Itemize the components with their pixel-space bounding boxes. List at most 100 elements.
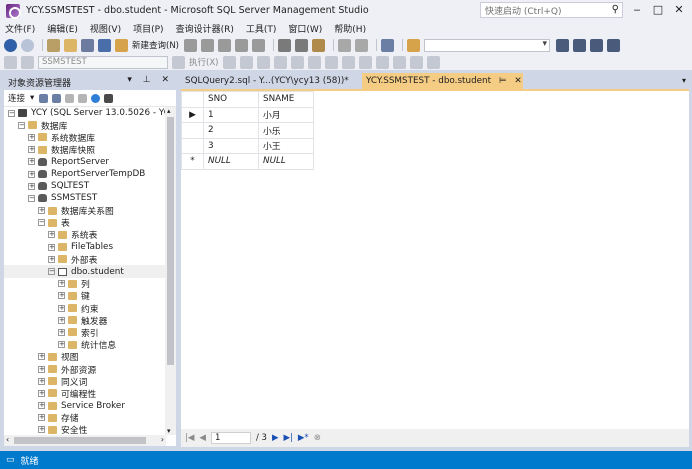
tree-node[interactable]: + 外部表 xyxy=(4,253,166,266)
connect-dropdown-icon[interactable]: ▾ xyxy=(30,93,34,103)
tree-node[interactable]: + 存储 xyxy=(4,412,166,424)
tree-vertical-scrollbar[interactable]: ▴ ▾ xyxy=(165,107,176,435)
expand-icon[interactable]: + xyxy=(28,146,35,154)
cut-icon[interactable] xyxy=(278,38,291,52)
next-record-icon[interactable]: ▶ xyxy=(272,433,279,443)
database-engine-query-icon[interactable] xyxy=(184,38,197,52)
expand-icon[interactable]: + xyxy=(38,377,45,385)
tab-list-dropdown-icon[interactable]: ▾ xyxy=(682,73,686,89)
expand-icon[interactable]: + xyxy=(28,170,35,178)
save-icon[interactable] xyxy=(81,38,94,52)
maximize-button[interactable]: □ xyxy=(648,2,668,18)
menu-view[interactable]: 视图(V) xyxy=(90,22,121,35)
connect-object-explorer-icon[interactable] xyxy=(39,93,49,103)
close-window-button[interactable]: ✕ xyxy=(669,2,689,18)
available-databases-combo[interactable]: SSMSTEST xyxy=(38,55,168,69)
change-connection-icon[interactable] xyxy=(21,55,34,69)
tree-node[interactable]: + 系统数据库 xyxy=(4,131,166,144)
expand-icon[interactable]: + xyxy=(38,207,45,215)
tree-node[interactable]: + ReportServer xyxy=(4,156,166,168)
comment-icon[interactable] xyxy=(359,55,373,69)
tree-node[interactable]: − 数据库 xyxy=(4,119,166,132)
table-row[interactable]: 3 小王 xyxy=(181,137,314,154)
new-query-icon[interactable] xyxy=(115,38,128,52)
increase-indent-icon[interactable] xyxy=(410,55,424,69)
expand-icon[interactable]: + xyxy=(38,365,45,373)
tree-node[interactable]: + 同义词 xyxy=(4,375,166,388)
tree-node[interactable]: − 表 xyxy=(4,217,166,229)
tree-node[interactable]: − YCY (SQL Server 13.0.5026 - YCY\y xyxy=(4,107,166,119)
column-header-sname[interactable]: SNAME xyxy=(258,91,314,108)
tab-student-table[interactable]: YCY.SSMSTEST - dbo.student ⊨ ✕ xyxy=(362,73,523,89)
tree-node[interactable]: + 约束 xyxy=(4,302,166,315)
mdx-query-icon[interactable] xyxy=(218,38,231,52)
results-to-text-icon[interactable] xyxy=(308,55,322,69)
tree-node[interactable]: + 索引 xyxy=(4,326,166,339)
expand-icon[interactable]: + xyxy=(58,280,65,288)
tree-node[interactable]: + 外部资源 xyxy=(4,363,166,376)
tree-node[interactable]: + 系统表 xyxy=(4,229,166,241)
cell-sname[interactable]: 小乐 xyxy=(258,122,314,139)
cell-sno[interactable]: 1 xyxy=(203,106,259,123)
menu-project[interactable]: 项目(P) xyxy=(133,22,163,35)
first-record-icon[interactable]: |◀ xyxy=(185,433,194,443)
expand-icon[interactable]: + xyxy=(58,328,65,336)
parse-icon[interactable] xyxy=(240,55,254,69)
tree-node[interactable]: + 数据库关系图 xyxy=(4,205,166,217)
paste-icon[interactable] xyxy=(312,38,325,52)
cell-sname[interactable]: 小王 xyxy=(258,137,314,154)
menu-tools[interactable]: 工具(T) xyxy=(246,22,277,35)
new-row[interactable]: * NULL NULL xyxy=(181,153,314,170)
cell-sname[interactable]: 小月 xyxy=(258,106,314,123)
expand-icon[interactable]: + xyxy=(58,292,65,300)
tree-node[interactable]: + 列 xyxy=(4,278,166,290)
current-record-input[interactable]: 1 xyxy=(210,432,251,444)
results-to-file-icon[interactable] xyxy=(342,55,356,69)
tab-sql-query[interactable]: SQLQuery2.sql - Y...(YCY\ycy13 (58))* xyxy=(181,73,359,89)
panel-header-buttons[interactable]: ▾ ⊥ ✕ xyxy=(127,75,173,85)
menu-query-designer[interactable]: 查询设计器(R) xyxy=(176,22,234,35)
execute-icon[interactable] xyxy=(172,55,185,69)
properties-icon[interactable] xyxy=(556,38,569,52)
expand-icon[interactable]: + xyxy=(58,304,65,312)
tree-node[interactable]: + 键 xyxy=(4,290,166,302)
execute-button[interactable]: 执行(X) xyxy=(189,56,218,68)
last-record-icon[interactable]: ▶| xyxy=(283,433,292,443)
stop-icon[interactable] xyxy=(65,93,75,103)
new-project-icon[interactable] xyxy=(47,38,60,52)
tree-node[interactable]: + 安全性 xyxy=(4,424,166,435)
new-record-icon[interactable]: ▶* xyxy=(298,433,309,443)
search-icon[interactable]: ⚲ xyxy=(612,4,619,15)
expand-icon[interactable]: + xyxy=(38,389,45,397)
scroll-right-icon[interactable]: › xyxy=(161,435,164,444)
new-query-button[interactable]: 新建查询(N) xyxy=(132,39,179,51)
collapse-icon[interactable]: − xyxy=(48,268,55,276)
disconnect-icon[interactable] xyxy=(52,93,62,103)
results-to-grid-icon[interactable] xyxy=(325,55,339,69)
close-tab-icon[interactable]: ✕ xyxy=(514,76,521,86)
cell-sno[interactable]: NULL xyxy=(203,153,259,170)
tree-horizontal-scrollbar[interactable]: ‹ › xyxy=(4,435,166,446)
analysis-query-icon[interactable] xyxy=(201,38,214,52)
filter-icon[interactable] xyxy=(78,93,88,103)
cell-sno[interactable]: 2 xyxy=(203,122,259,139)
expand-icon[interactable]: + xyxy=(58,316,65,324)
tree-node[interactable]: − SSMSTEST xyxy=(4,192,166,204)
menu-file[interactable]: 文件(F) xyxy=(5,22,35,35)
connect-icon[interactable] xyxy=(4,55,17,69)
intellisense-icon[interactable] xyxy=(291,55,305,69)
table-row[interactable]: ▶ 1 小月 xyxy=(181,106,314,123)
template-explorer-icon[interactable] xyxy=(590,38,603,52)
tree-node[interactable]: − dbo.student xyxy=(4,265,166,278)
minimize-button[interactable]: ‒ xyxy=(627,2,647,18)
previous-record-icon[interactable]: ◀ xyxy=(199,433,206,443)
connect-button[interactable]: 连接 xyxy=(8,92,25,104)
expand-icon[interactable]: + xyxy=(38,353,45,361)
expand-icon[interactable]: + xyxy=(28,182,35,190)
menu-help[interactable]: 帮助(H) xyxy=(334,22,366,35)
uncomment-icon[interactable] xyxy=(376,55,390,69)
search-file-icon[interactable] xyxy=(407,38,420,52)
tree-node[interactable]: + 统计信息 xyxy=(4,339,166,351)
tree-node[interactable]: + Service Broker xyxy=(4,400,166,412)
expand-icon[interactable]: + xyxy=(38,426,45,434)
